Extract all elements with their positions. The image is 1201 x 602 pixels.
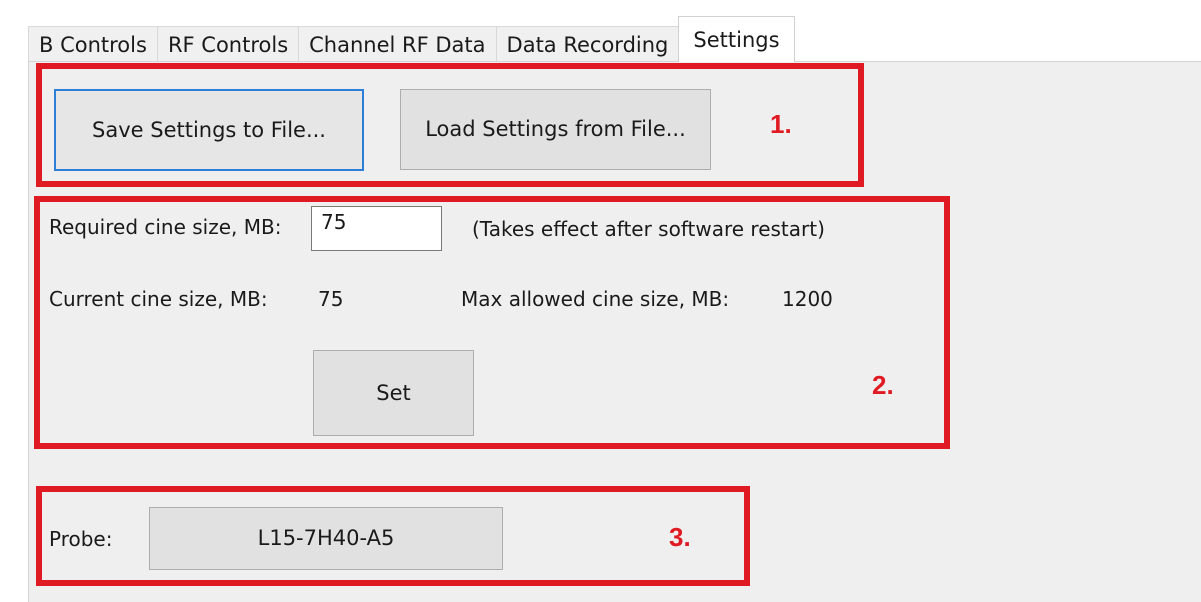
load-settings-button[interactable]: Load Settings from File...	[400, 89, 711, 170]
tab-channel-rf-data[interactable]: Channel RF Data	[298, 26, 497, 62]
required-cine-size-label: Required cine size, MB:	[49, 215, 282, 239]
settings-window: B Controls RF Controls Channel RF Data D…	[0, 0, 1201, 602]
annotation-marker-1: 1.	[770, 109, 792, 139]
annotation-marker-3: 3.	[669, 522, 691, 552]
current-cine-size-label: Current cine size, MB:	[49, 287, 268, 311]
tab-b-controls[interactable]: B Controls	[28, 26, 158, 62]
probe-selector[interactable]: L15-7H40-A5	[149, 507, 503, 570]
probe-label: Probe:	[49, 527, 113, 551]
max-cine-size-value: 1200	[782, 287, 833, 311]
annotation-marker-2: 2.	[872, 370, 894, 400]
max-cine-size-label: Max allowed cine size, MB:	[461, 287, 730, 311]
current-cine-size-value: 75	[318, 287, 344, 311]
required-cine-size-input[interactable]: 75	[311, 206, 442, 251]
set-button[interactable]: Set	[313, 350, 474, 436]
tab-settings[interactable]: Settings	[678, 16, 795, 62]
tab-data-recording[interactable]: Data Recording	[495, 26, 680, 62]
tab-strip: B Controls RF Controls Channel RF Data D…	[28, 16, 795, 62]
restart-note: (Takes effect after software restart)	[472, 217, 825, 241]
tab-rf-controls[interactable]: RF Controls	[156, 26, 300, 62]
save-settings-button[interactable]: Save Settings to File...	[54, 89, 364, 171]
settings-panel: Save Settings to File... Load Settings f…	[28, 61, 1201, 602]
